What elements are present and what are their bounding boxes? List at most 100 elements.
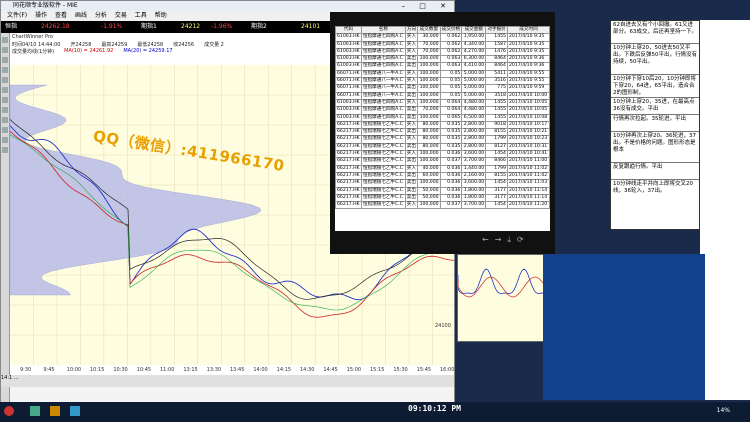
tool-icon[interactable]: [2, 97, 8, 103]
table-cell: 2017/4/10 10:17: [506, 120, 550, 130]
table-cell: 2017/4/10 11:20: [506, 201, 550, 210]
tool-icon[interactable]: [2, 127, 8, 133]
table-row: 61003.HK 恒指摩通七四购A.C 卖出 100,000 0.063 6,300.00…: [335, 55, 550, 64]
volume-profile: [9, 84, 262, 296]
menu-item[interactable]: 操作: [35, 12, 47, 19]
table-cell: 恒指摩通八一牛A.C: [360, 69, 406, 79]
table-cell: 0.035: [439, 135, 463, 144]
table-cell: 0.035: [439, 120, 463, 130]
tool-icon[interactable]: [2, 37, 8, 43]
time-tick: 10:30: [113, 367, 128, 373]
table-cell: 0.036: [439, 179, 463, 188]
price-label: 24100: [435, 323, 451, 329]
chart-info: 最低24258: [137, 42, 164, 48]
tool-icon[interactable]: [2, 147, 8, 153]
table-cell: 0.037: [439, 201, 463, 210]
table-cell: 0.036: [439, 171, 463, 181]
table-cell: 买入: [404, 69, 419, 79]
tool-icon[interactable]: [2, 137, 8, 143]
table-cell: 恒指摩通七四购A.C: [360, 98, 406, 108]
table-header-cell: 成交金额: [461, 26, 487, 35]
download-icon[interactable]: ⤓: [507, 235, 517, 244]
table-cell: 0.063: [439, 55, 463, 64]
table-cell: 66217.HK: [335, 171, 362, 181]
table-cell: 1,800.00: [461, 186, 487, 195]
ticker-change: -1.91%: [101, 23, 123, 30]
time-tick: 10:45: [136, 367, 152, 373]
tool-icon[interactable]: [2, 77, 8, 83]
table-cell: 2017/4/10 11:02: [506, 171, 550, 181]
menu-item[interactable]: 文件(F): [7, 12, 27, 19]
tool-icon[interactable]: [2, 67, 8, 73]
table-cell: 2017/4/10 10:05: [506, 98, 550, 108]
time-tick: 14:00: [253, 367, 268, 373]
table-header-cell: 对手报价: [485, 26, 508, 35]
table-cell: 5,000.00: [461, 84, 487, 93]
table-cell: 4,410.00: [461, 62, 487, 71]
table-cell: 3,600.00: [461, 150, 487, 159]
table-cell: 2017/4/10 11:00: [506, 157, 550, 166]
notes-panel: 62自进去又有个小回撤。61又进部分。63成交，后还再坚持一下。 10分钟上穿2…: [610, 20, 700, 230]
table-cell: 8155: [485, 171, 508, 181]
menu-item[interactable]: 画线: [75, 12, 87, 19]
time-tick: 13:45: [230, 367, 245, 373]
table-cell: 卖出: [404, 113, 419, 122]
window-controls[interactable]: – □ ✕: [402, 1, 452, 11]
table-cell: 卖出: [404, 142, 419, 152]
time-tick: 9:30: [20, 367, 32, 373]
table-cell: 70,000: [417, 106, 441, 115]
tool-icon[interactable]: [2, 57, 8, 63]
menu-item[interactable]: 帮助: [155, 12, 167, 19]
table-cell: 买入: [404, 33, 419, 42]
refresh-icon[interactable]: ⟳: [517, 235, 530, 244]
table-cell: 100,000: [417, 113, 441, 122]
app-icon[interactable]: [70, 406, 80, 416]
table-cell: 70,000: [417, 47, 441, 57]
table-row: 66217.HK 恒指瑞银七乙牛C.C 买入 80,000 0.035 2,800.00 1…: [335, 135, 550, 144]
table-cell: 恒指瑞银七乙牛C.C: [360, 164, 406, 173]
table-header-cell: 代码: [335, 26, 362, 35]
time-tick: 10:00: [66, 367, 82, 373]
taskbar: 14%: [0, 402, 750, 422]
table-row: 66217.HK 恒指瑞银七乙牛C.C 卖出 50,000 0.036 1,800.00 3…: [335, 193, 550, 203]
menu-item[interactable]: 交易: [115, 12, 127, 19]
table-cell: 2,160.00: [461, 171, 487, 181]
menu-item[interactable]: 工具: [135, 12, 147, 19]
time-tick: 15:45: [416, 367, 432, 373]
table-cell: 6,300.00: [461, 55, 487, 64]
app-icon[interactable]: [50, 406, 60, 416]
table-cell: 100,000: [417, 55, 441, 64]
table-cell: 买入: [404, 98, 419, 108]
ticker-value: 24212: [181, 23, 201, 30]
menu-item[interactable]: 分析: [95, 12, 107, 19]
back-icon[interactable]: ←: [482, 235, 495, 244]
app-icon[interactable]: [30, 406, 40, 416]
tool-icon[interactable]: [2, 87, 8, 93]
table-row: 61003.HK 恒指摩通七四购A.C 买入 70,000 0.062 4,340.00 1…: [335, 40, 550, 49]
table-cell: 恒指瑞银七乙牛C.C: [360, 128, 406, 137]
table-cell: 1,950.00: [461, 33, 487, 42]
table-cell: 恒指瑞银七乙牛C.C: [360, 179, 406, 188]
start-icon[interactable]: [4, 406, 14, 416]
viewer-controls: ←→⤓⟳: [482, 235, 530, 245]
tool-icon[interactable]: [2, 107, 8, 113]
tool-icon[interactable]: [2, 47, 8, 53]
table-cell: 8466: [485, 157, 508, 166]
ticker-value: 24262.18: [41, 23, 70, 30]
table-body: 61003.HK 恒指摩通七四购A.C 买入 30,000 0.062 1,950.00 1…: [335, 33, 550, 210]
menu-item[interactable]: 查看: [55, 12, 67, 19]
chart-info: 收24256: [173, 42, 195, 48]
table-cell: 66217.HK: [335, 201, 362, 210]
chart-info: 开24258: [70, 42, 92, 48]
table-cell: 3177: [485, 186, 508, 195]
title-bar: 同花顺专业版软件 - MIE – □ ✕: [1, 1, 454, 11]
forward-icon[interactable]: →: [495, 235, 508, 244]
table-row: 66217.HK 恒指瑞银七乙牛C.C 卖出 50,000 0.036 1,800.00 3…: [335, 186, 550, 195]
tool-icon[interactable]: [2, 117, 8, 123]
table-cell: 0.05: [439, 77, 463, 86]
table-cell: 8155: [485, 128, 508, 137]
table-cell: 0.064: [439, 106, 463, 115]
table-cell: 61003.HK: [335, 113, 362, 122]
table-cell: 66217.HK: [335, 142, 362, 152]
table-cell: 恒指摩通七四购A.C: [360, 106, 406, 115]
